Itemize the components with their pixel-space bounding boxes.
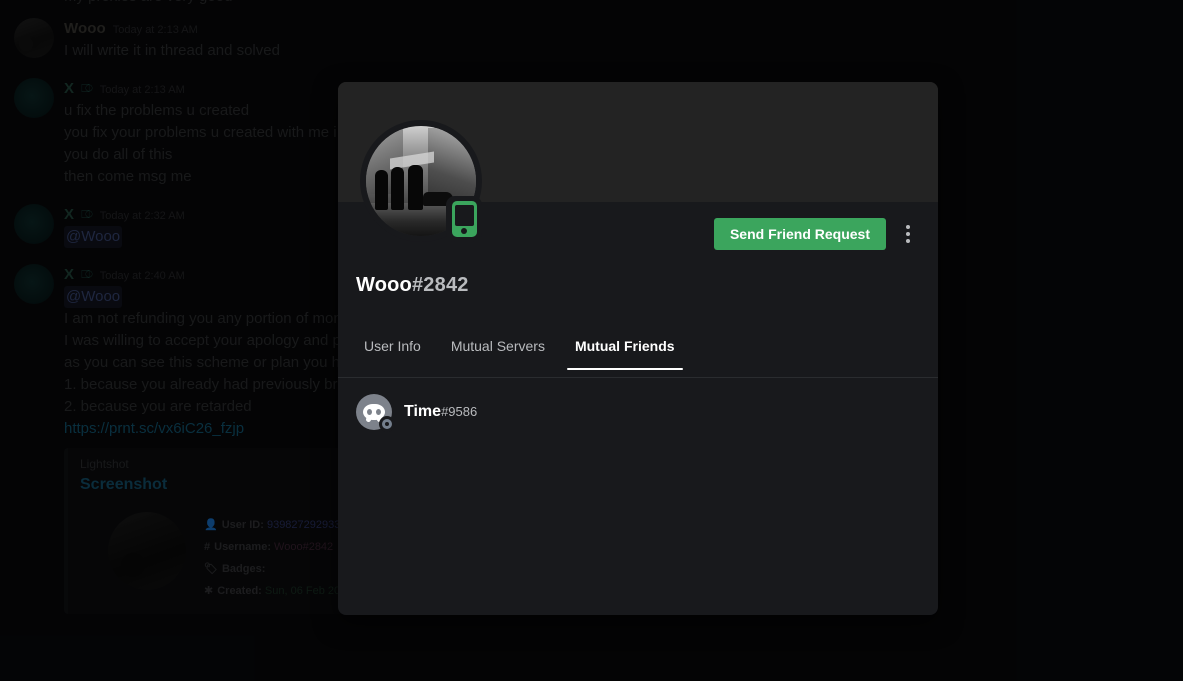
tab-mutual-servers[interactable]: Mutual Servers (443, 332, 553, 370)
friend-username: Time (404, 403, 442, 420)
mutual-friends-panel[interactable]: Time#9586 (338, 379, 938, 615)
user-profile-modal: Send Friend Request Wooo#2842 User Info … (338, 82, 938, 615)
friend-discriminator: #9586 (441, 404, 478, 419)
list-item[interactable]: Time#9586 (348, 391, 928, 433)
profile-avatar[interactable] (360, 120, 482, 242)
profile-tab-bar: User Info Mutual Servers Mutual Friends (338, 332, 938, 378)
phone-glyph (451, 201, 477, 237)
profile-discriminator: #2842 (411, 274, 469, 296)
friend-name-block: Time#9586 (404, 403, 477, 421)
tab-mutual-friends[interactable]: Mutual Friends (566, 332, 683, 370)
profile-actions: Send Friend Request (713, 218, 922, 250)
send-friend-request-button[interactable]: Send Friend Request (713, 218, 886, 250)
friend-avatar-wrap (356, 394, 395, 432)
tab-user-info[interactable]: User Info (356, 332, 429, 370)
mobile-status-icon (446, 196, 482, 242)
more-vertical-icon[interactable] (894, 218, 922, 250)
profile-username: Wooo (356, 274, 412, 296)
profile-username-block: Wooo#2842 (356, 274, 469, 297)
status-offline-icon (379, 416, 395, 432)
